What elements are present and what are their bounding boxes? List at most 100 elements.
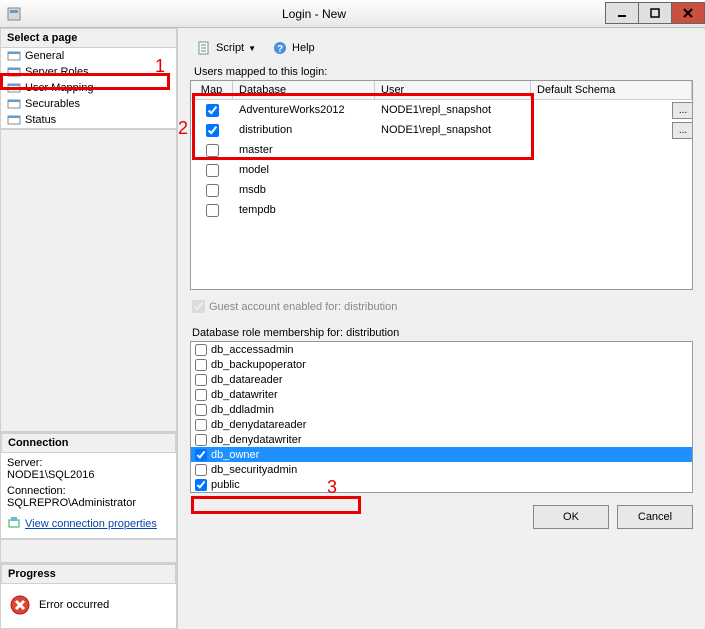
page-list: General Server Roles User Mapping Secura… — [0, 48, 177, 129]
role-item[interactable]: db_denydatawriter — [191, 432, 692, 447]
user-cell: NODE1\repl_snapshot — [375, 123, 531, 137]
table-row[interactable]: AdventureWorks2012NODE1\repl_snapshot... — [191, 100, 692, 120]
role-checkbox[interactable] — [195, 374, 207, 386]
ok-button[interactable]: OK — [533, 505, 609, 529]
connection-panel: Connection Server: NODE1\SQL2016 Connect… — [0, 432, 177, 539]
right-panel: Script ▼ ? Help Users mapped to this log… — [178, 28, 705, 629]
maximize-button[interactable] — [638, 2, 672, 24]
col-user-header[interactable]: User — [375, 81, 531, 99]
database-cell: msdb — [233, 183, 375, 197]
role-membership-list[interactable]: db_accessadmindb_backupoperator db_datare… — [190, 341, 693, 493]
table-row[interactable]: master — [191, 140, 692, 160]
map-checkbox[interactable] — [206, 164, 219, 177]
role-checkbox[interactable] — [195, 404, 207, 416]
role-item[interactable]: public — [191, 477, 692, 492]
window-title: Login - New — [22, 7, 606, 21]
connection-header: Connection — [1, 433, 176, 453]
cancel-button[interactable]: Cancel — [617, 505, 693, 529]
sidebar-spacer — [0, 129, 177, 432]
role-membership-label: Database role membership for: distributi… — [190, 327, 693, 339]
role-item[interactable]: db_securityadmin — [191, 462, 692, 477]
page-icon — [7, 82, 21, 94]
server-value: NODE1\SQL2016 — [7, 469, 170, 481]
col-database-header[interactable]: Database — [233, 81, 375, 99]
role-item[interactable]: db_accessadmin — [191, 342, 692, 357]
server-label: Server: — [7, 457, 170, 469]
page-icon — [7, 66, 21, 78]
role-item[interactable]: db_datawriter — [191, 387, 692, 402]
map-checkbox[interactable] — [206, 104, 219, 117]
page-label: Server Roles — [25, 66, 89, 78]
guest-account-row: Guest account enabled for: distribution — [190, 300, 693, 313]
view-connection-properties-link[interactable]: View connection properties — [7, 515, 170, 532]
role-checkbox[interactable] — [195, 359, 207, 371]
page-item-server-roles[interactable]: Server Roles — [1, 64, 176, 80]
help-button[interactable]: ? Help — [266, 38, 321, 58]
connection-icon — [7, 515, 21, 532]
user-mapping-grid: Map Database User Default Schema Adventu… — [190, 80, 693, 290]
role-name: db_datareader — [211, 374, 283, 386]
role-checkbox[interactable] — [195, 479, 207, 491]
help-icon: ? — [272, 40, 288, 56]
titlebar: Login - New — [0, 0, 705, 28]
map-checkbox[interactable] — [206, 204, 219, 217]
page-item-status[interactable]: Status — [1, 112, 176, 128]
database-cell: model — [233, 163, 375, 177]
close-button[interactable] — [671, 2, 705, 24]
map-checkbox[interactable] — [206, 184, 219, 197]
page-icon — [7, 50, 21, 62]
role-checkbox[interactable] — [195, 344, 207, 356]
progress-status: Error occurred — [39, 599, 109, 611]
role-checkbox[interactable] — [195, 389, 207, 401]
page-item-general[interactable]: General — [1, 48, 176, 64]
minimize-button[interactable] — [605, 2, 639, 24]
role-item[interactable]: db_owner — [191, 447, 692, 462]
role-name: db_denydatareader — [211, 419, 306, 431]
role-checkbox[interactable] — [195, 449, 207, 461]
script-label: Script — [216, 42, 244, 54]
page-label: User Mapping — [25, 82, 93, 94]
chevron-down-icon: ▼ — [248, 44, 256, 53]
page-item-securables[interactable]: Securables — [1, 96, 176, 112]
role-checkbox[interactable] — [195, 419, 207, 431]
col-schema-header[interactable]: Default Schema — [531, 81, 692, 99]
page-label: Status — [25, 114, 56, 126]
role-name: db_accessadmin — [211, 344, 294, 356]
schema-cell — [531, 209, 666, 211]
script-button[interactable]: Script ▼ — [190, 38, 262, 58]
table-row[interactable]: model — [191, 160, 692, 180]
select-page-header: Select a page — [0, 28, 177, 48]
table-row[interactable]: distributionNODE1\repl_snapshot... — [191, 120, 692, 140]
table-row[interactable]: tempdb — [191, 200, 692, 220]
role-item[interactable]: db_datareader — [191, 372, 692, 387]
role-checkbox[interactable] — [195, 464, 207, 476]
app-icon — [6, 6, 22, 22]
script-icon — [196, 40, 212, 56]
role-item[interactable]: db_backupoperator — [191, 357, 692, 372]
toolbar: Script ▼ ? Help — [190, 36, 693, 66]
page-icon — [7, 98, 21, 110]
page-label: General — [25, 50, 64, 62]
role-item[interactable]: db_ddladmin — [191, 402, 692, 417]
col-map-header[interactable]: Map — [191, 81, 233, 99]
guest-checkbox — [192, 300, 205, 313]
role-name: db_denydatawriter — [211, 434, 302, 446]
user-cell: NODE1\repl_snapshot — [375, 103, 531, 117]
role-checkbox[interactable] — [195, 434, 207, 446]
database-cell: tempdb — [233, 203, 375, 217]
schema-cell — [531, 109, 666, 111]
schema-browse-button[interactable]: ... — [672, 102, 692, 119]
sidebar-spacer2 — [0, 539, 177, 563]
map-checkbox[interactable] — [206, 144, 219, 157]
conn-label: Connection: — [7, 485, 170, 497]
svg-text:?: ? — [277, 44, 283, 55]
users-mapped-label: Users mapped to this login: — [190, 66, 693, 78]
schema-browse-button[interactable]: ... — [672, 122, 692, 139]
role-item[interactable]: db_denydatareader — [191, 417, 692, 432]
map-checkbox[interactable] — [206, 124, 219, 137]
table-row[interactable]: msdb — [191, 180, 692, 200]
user-cell — [375, 149, 531, 151]
schema-cell — [531, 149, 666, 151]
schema-cell — [531, 169, 666, 171]
page-item-user-mapping[interactable]: User Mapping — [1, 80, 176, 96]
